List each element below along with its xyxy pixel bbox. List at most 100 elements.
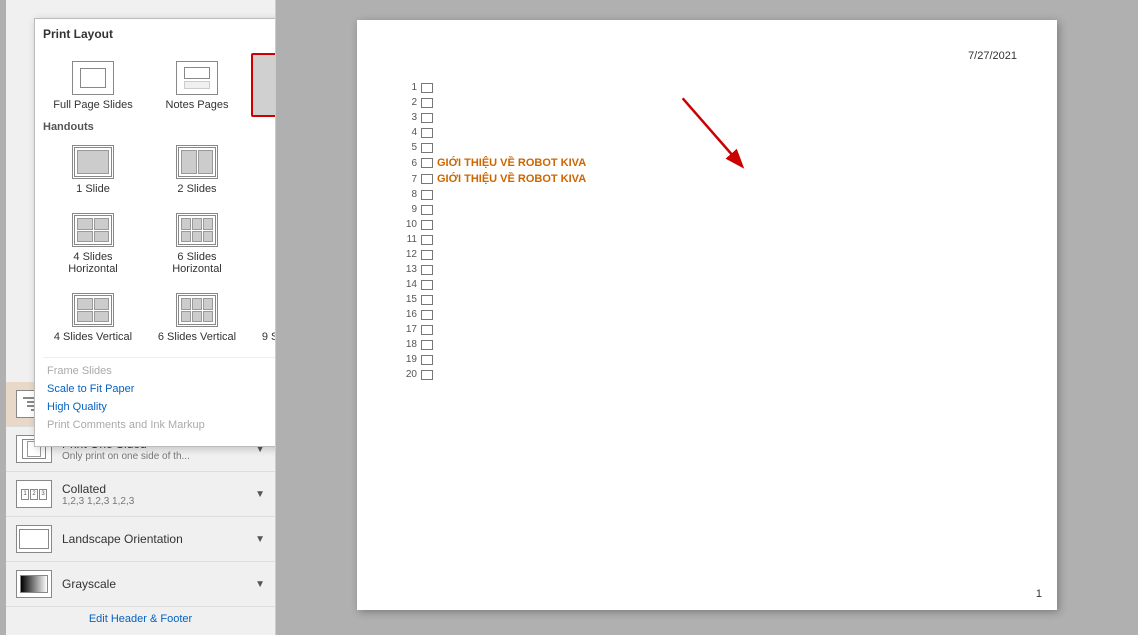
collated-item[interactable]: 1 2 3 Collated 1,2,3 1,2,3 1,2,3 ▼: [6, 472, 275, 517]
outline-row: 3: [397, 112, 1017, 123]
handout-6v[interactable]: 6 Slides Vertical: [147, 285, 247, 349]
popup-title: Print Layout: [43, 27, 276, 45]
outline-row: 5: [397, 142, 1017, 153]
page-preview: 7/27/2021 123456GIỚI THIỆU VỀ ROBOT KIVA…: [357, 20, 1057, 610]
outline-row-num: 18: [397, 339, 417, 350]
outline-slide-mini-icon: [421, 83, 433, 93]
outline-list: 123456GIỚI THIỆU VỀ ROBOT KIVA7GIỚI THIỆ…: [397, 82, 1017, 380]
outline-row-num: 1: [397, 82, 417, 93]
outline-slide-mini-icon: [421, 325, 433, 335]
main-content: 7/27/2021 123456GIỚI THIỆU VỀ ROBOT KIVA…: [276, 0, 1138, 635]
outline-slide-mini-icon: [421, 143, 433, 153]
outline-slide-mini-icon: [421, 340, 433, 350]
outline-slide-mini-icon: [421, 113, 433, 123]
handouts-row-1: 1 Slide 2 Slides: [43, 137, 276, 201]
page-number: 1: [1036, 588, 1042, 600]
collated-icon: 1 2 3: [16, 480, 52, 508]
handout-4h-label: 4 Slides Horizontal: [49, 251, 137, 275]
print-comments-option[interactable]: Print Comments and Ink Markup: [43, 416, 276, 434]
outline-row-num: 2: [397, 97, 417, 108]
outline-row: 6 GIỚI THIỆU VỀ ROBOT KIVA: [397, 157, 1017, 169]
outline-slide-mini-icon: [421, 220, 433, 230]
handout-4h-icon: [72, 213, 114, 247]
full-slide-mini: [80, 68, 106, 88]
handout-4v-label: 4 Slides Vertical: [54, 331, 132, 343]
outline-row-num: 6: [397, 158, 417, 169]
page-date: 7/27/2021: [397, 50, 1017, 62]
outline-row: 20: [397, 369, 1017, 380]
edit-header-footer-link[interactable]: Edit Header & Footer: [6, 607, 275, 631]
notes-pages-label: Notes Pages: [166, 99, 229, 111]
outline-row: 7GIỚI THIỆU VỀ ROBOT KIVA: [397, 173, 1017, 185]
outline-slide-mini-icon: [421, 355, 433, 365]
frame-slides-option[interactable]: Frame Slides: [43, 362, 276, 380]
outline-row-num: 16: [397, 309, 417, 320]
full-page-slides-option[interactable]: Full Page Slides: [43, 53, 143, 117]
handouts-header: Handouts: [43, 121, 276, 133]
full-page-slides-icon: [72, 61, 114, 95]
landscape-arrow: ▼: [255, 534, 265, 545]
outline-slide-mini-icon: [421, 205, 433, 215]
collated-subtitle: 1,2,3 1,2,3 1,2,3: [62, 496, 251, 507]
sidebar: Print Layout Full Page Slides Notes Page…: [6, 0, 276, 635]
print-one-sided-subtitle: Only print on one side of th...: [62, 451, 251, 462]
outline-slide-mini-icon: [421, 370, 433, 380]
handout-2-slides[interactable]: 2 Slides: [147, 137, 247, 201]
handout-6v-label: 6 Slides Vertical: [158, 331, 236, 343]
handouts-row-3: 4 Slides Vertical 6 Slides Vertical: [43, 285, 276, 349]
handout-1-label: 1 Slide: [76, 183, 110, 195]
outline-row-text: GIỚI THIỆU VỀ ROBOT KIVA: [437, 157, 586, 169]
outline-slide-mini-icon: [421, 280, 433, 290]
grayscale-item[interactable]: Grayscale ▼: [6, 562, 275, 607]
outline-slide-mini-icon: [421, 310, 433, 320]
handout-9h[interactable]: 9 Slides Horizontal: [251, 205, 276, 281]
high-quality-option[interactable]: High Quality: [43, 398, 276, 416]
outline-row: 16: [397, 309, 1017, 320]
outline-row: 12: [397, 249, 1017, 260]
outline-row-num: 4: [397, 127, 417, 138]
handout-4v[interactable]: 4 Slides Vertical: [43, 285, 143, 349]
outline-option[interactable]: Outline: [251, 53, 276, 117]
grayscale-icon: [16, 570, 52, 598]
outline-row: 13: [397, 264, 1017, 275]
outline-row-num: 13: [397, 264, 417, 275]
outline-slide-mini-icon: [421, 190, 433, 200]
outline-row: 10: [397, 219, 1017, 230]
landscape-text: Landscape Orientation: [62, 532, 251, 546]
outline-row-num: 12: [397, 249, 417, 260]
outline-slide-mini-icon: [421, 250, 433, 260]
outline-row-num: 15: [397, 294, 417, 305]
outline-row-num: 9: [397, 204, 417, 215]
grayscale-title: Grayscale: [62, 577, 251, 591]
handouts-row-2: 4 Slides Horizontal 6 Slides Horizontal: [43, 205, 276, 281]
handout-3-slides[interactable]: 3 Slides: [251, 137, 276, 201]
handout-6h[interactable]: 6 Slides Horizontal: [147, 205, 247, 281]
options-section: Frame Slides Scale to Fit Paper High Qua…: [43, 357, 276, 434]
outline-row-num: 5: [397, 142, 417, 153]
handout-1-slide[interactable]: 1 Slide: [43, 137, 143, 201]
outline-row: 14: [397, 279, 1017, 290]
handout-6v-icon: [176, 293, 218, 327]
outline-row-text: GIỚI THIỆU VỀ ROBOT KIVA: [437, 173, 586, 185]
notes-mini-icon: [184, 67, 210, 89]
outline-row-num: 14: [397, 279, 417, 290]
outline-slide-mini-icon: [421, 235, 433, 245]
outline-row: 4: [397, 127, 1017, 138]
handout-4v-icon: [72, 293, 114, 327]
outline-row-num: 17: [397, 324, 417, 335]
outline-row: 15: [397, 294, 1017, 305]
outline-row: 19: [397, 354, 1017, 365]
scale-to-fit-option[interactable]: Scale to Fit Paper: [43, 380, 276, 398]
handout-4h[interactable]: 4 Slides Horizontal: [43, 205, 143, 281]
landscape-item[interactable]: Landscape Orientation ▼: [6, 517, 275, 562]
outline-row-num: 20: [397, 369, 417, 380]
outline-slide-mini-icon: [421, 128, 433, 138]
outline-row: 1: [397, 82, 1017, 93]
outline-row: 2: [397, 97, 1017, 108]
notes-pages-option[interactable]: Notes Pages: [147, 53, 247, 117]
handout-9v[interactable]: 9 Slides Vertical: [251, 285, 276, 349]
outline-row: 8: [397, 189, 1017, 200]
full-page-slides-label: Full Page Slides: [53, 99, 133, 111]
handout-9h-label: 9 Slides Horizontal: [257, 251, 276, 275]
collated-text: Collated 1,2,3 1,2,3 1,2,3: [62, 482, 251, 507]
